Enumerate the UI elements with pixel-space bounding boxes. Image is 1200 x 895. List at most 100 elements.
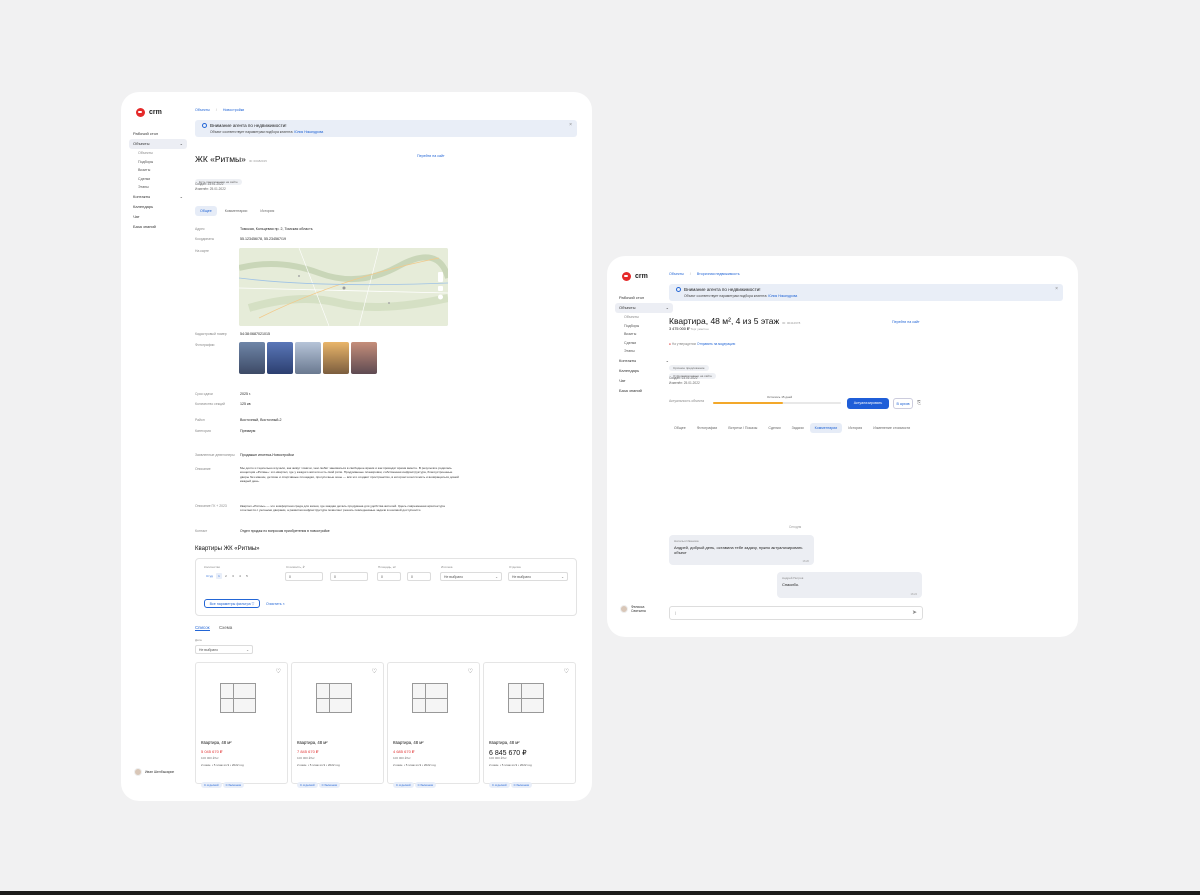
send-icon[interactable]: ➤: [912, 609, 917, 616]
alert-client-link[interactable]: Юлия Никандрова: [768, 294, 797, 298]
status-text: На утверждении: [671, 342, 697, 346]
sidebar-item-chat[interactable]: Чат: [615, 376, 673, 386]
mortgage-select[interactable]: Не выбрано ⌄: [440, 572, 502, 581]
current-user[interactable]: Иван Шелбыкарин: [134, 768, 174, 776]
agent-alert: Внимание агента по недвижимости! Объект …: [195, 120, 577, 137]
page-title: Квартира, 48 м², 4 из 5 этаж ID: 00412678: [669, 316, 801, 326]
sidebar-sub-objects[interactable]: Объекты: [129, 149, 187, 158]
sidebar-item-calendar[interactable]: Календарь: [129, 202, 187, 212]
alert-client-link[interactable]: Юлия Никандрова: [294, 130, 323, 134]
listing-price: 7 845 670 ₽: [297, 749, 319, 754]
photo-thumb[interactable]: [295, 342, 321, 374]
rooms-option[interactable]: Студ: [204, 572, 215, 579]
heart-icon[interactable]: ♡: [372, 668, 377, 675]
close-icon[interactable]: ×: [569, 122, 572, 128]
price-to-input[interactable]: 0: [330, 572, 368, 581]
sidebar: crm Рабочий стол Объекты ⌄ Объекты Подбор…: [121, 92, 191, 801]
app-logo[interactable]: crm: [622, 272, 648, 281]
sidebar-item-objects[interactable]: Объекты ⌄: [129, 139, 187, 149]
go-to-site-link[interactable]: Перейти на сайт: [417, 154, 445, 158]
breadcrumb-item[interactable]: Объекты: [669, 272, 684, 276]
moderation-link[interactable]: Отправить на модерацию: [697, 342, 735, 346]
archive-button[interactable]: В архив: [893, 398, 913, 409]
listing-card[interactable]: ♡ Квартира, 48 м² 5 045 670 ₽ 100 000 ₽/…: [195, 662, 288, 788]
sidebar-sub-visits[interactable]: Визиты: [129, 166, 187, 175]
heart-icon[interactable]: ♡: [276, 668, 281, 675]
breadcrumb-item[interactable]: Вторичная недвижимость: [697, 272, 740, 276]
district-value: Восточный, Восточный-2: [240, 418, 282, 422]
tab-general[interactable]: Общее: [195, 206, 217, 216]
logo-icon: [136, 108, 145, 117]
photo-thumb[interactable]: [351, 342, 377, 374]
chat-input[interactable]: | ➤: [669, 606, 923, 620]
listing-card[interactable]: ♡ Квартира, 48 м² 6 845 670 ₽ 100 000 ₽/…: [483, 662, 576, 788]
view-list-tab[interactable]: Список: [195, 625, 210, 631]
tab-deals[interactable]: Сделки: [763, 423, 785, 433]
tab-comments[interactable]: Комментарии: [220, 206, 253, 216]
info-icon: [202, 123, 207, 128]
sidebar-item-objects[interactable]: Объекты ⌄: [615, 303, 673, 313]
tab-meetings[interactable]: Встречи / Показы: [723, 423, 762, 433]
tab-history[interactable]: История: [843, 423, 867, 433]
actuality-progress: [713, 402, 841, 404]
price-from-input[interactable]: 0: [285, 572, 323, 581]
tab-history[interactable]: История: [255, 206, 279, 216]
sidebar-item-contacts[interactable]: Контакты ⌄: [129, 192, 187, 202]
listing-card[interactable]: ♡ Квартира, 48 м² 4 685 670 ₽ 100 000 ₽/…: [387, 662, 480, 788]
close-icon[interactable]: ×: [1055, 286, 1058, 292]
all-filters-button[interactable]: Все параметры фильтра ▽: [204, 599, 260, 608]
sidebar-item-chat[interactable]: Чат: [129, 212, 187, 222]
photo-thumb[interactable]: [267, 342, 293, 374]
breadcrumb-item[interactable]: Объекты: [195, 108, 210, 112]
heart-icon[interactable]: ♡: [564, 668, 569, 675]
class-value: Премиум: [240, 429, 256, 433]
sidebar-item-kb[interactable]: База знаний: [129, 222, 187, 232]
sidebar-item-desk[interactable]: Рабочий стол: [129, 129, 187, 139]
rooms-option[interactable]: 3: [230, 573, 236, 579]
app-logo[interactable]: crm: [136, 108, 162, 117]
tab-comments[interactable]: Комментарии: [809, 423, 843, 433]
view-scheme-tab[interactable]: Схема: [219, 625, 232, 630]
rooms-option[interactable]: 4: [237, 573, 243, 579]
tab-photos[interactable]: Фотографии: [692, 423, 723, 433]
sidebar-sub-stages[interactable]: Этапы: [129, 183, 187, 192]
object-map[interactable]: [239, 248, 448, 326]
listing-meta: 2 комн. • 5 этаж из 9 • 2022 год: [201, 763, 244, 767]
current-user[interactable]: Феликса Святкина: [620, 605, 659, 613]
photo-thumb[interactable]: [239, 342, 265, 374]
listing-title: Квартира, 48 м²: [297, 740, 328, 745]
listing-card[interactable]: ♡ Квартира, 48 м² 7 845 670 ₽ 100 000 ₽/…: [291, 662, 384, 788]
sidebar-sub-selections[interactable]: Подборы: [129, 158, 187, 167]
breadcrumb-item[interactable]: Новостройки: [223, 108, 245, 112]
sidebar-sub-deals[interactable]: Сделки: [129, 175, 187, 184]
reset-filters-link[interactable]: Очистить ×: [266, 602, 285, 606]
actualize-button[interactable]: Актуализировать: [847, 398, 889, 409]
photo-thumb[interactable]: [323, 342, 349, 374]
chat-message-incoming: Наталья Иванова Андрей, добрый день, ост…: [669, 535, 814, 565]
heart-icon[interactable]: ♡: [468, 668, 473, 675]
sidebar-sub-deals[interactable]: Сделки: [615, 339, 673, 348]
rooms-option[interactable]: 1: [216, 572, 222, 579]
sidebar-sub-visits[interactable]: Визиты: [615, 330, 673, 339]
sidebar-item-desk[interactable]: Рабочий стол: [615, 293, 673, 303]
contact-link[interactable]: Отдел продаж по вопросам приобретения в …: [240, 529, 330, 533]
status-row: ● На утверждении Отправить на модерацию: [669, 342, 735, 346]
sidebar-item-kb[interactable]: База знаний: [615, 386, 673, 396]
rooms-option[interactable]: 5: [244, 573, 250, 579]
rooms-option[interactable]: 2: [223, 573, 229, 579]
sidebar-sub-stages[interactable]: Этапы: [615, 347, 673, 356]
avatar: [620, 605, 628, 613]
tab-tasks[interactable]: Задачи: [787, 423, 809, 433]
sidebar-item-contacts[interactable]: Контакты ⌄: [615, 356, 673, 366]
copy-icon[interactable]: ⎘: [917, 400, 921, 406]
area-to-input[interactable]: 0: [407, 572, 431, 581]
sidebar-sub-selections[interactable]: Подборы: [615, 322, 673, 331]
sidebar-sub-objects[interactable]: Объекты: [615, 313, 673, 322]
sidebar-item-calendar[interactable]: Календарь: [615, 366, 673, 376]
tab-price-changes[interactable]: Изменение стоимости: [868, 423, 915, 433]
tab-general[interactable]: Общее: [669, 423, 691, 433]
area-from-input[interactable]: 0: [377, 572, 401, 581]
finish-select[interactable]: Не выбрано ⌄: [508, 572, 568, 581]
sort-select[interactable]: Не выбрано ⌄: [195, 645, 253, 654]
go-to-site-link[interactable]: Перейти на сайт: [892, 320, 920, 324]
